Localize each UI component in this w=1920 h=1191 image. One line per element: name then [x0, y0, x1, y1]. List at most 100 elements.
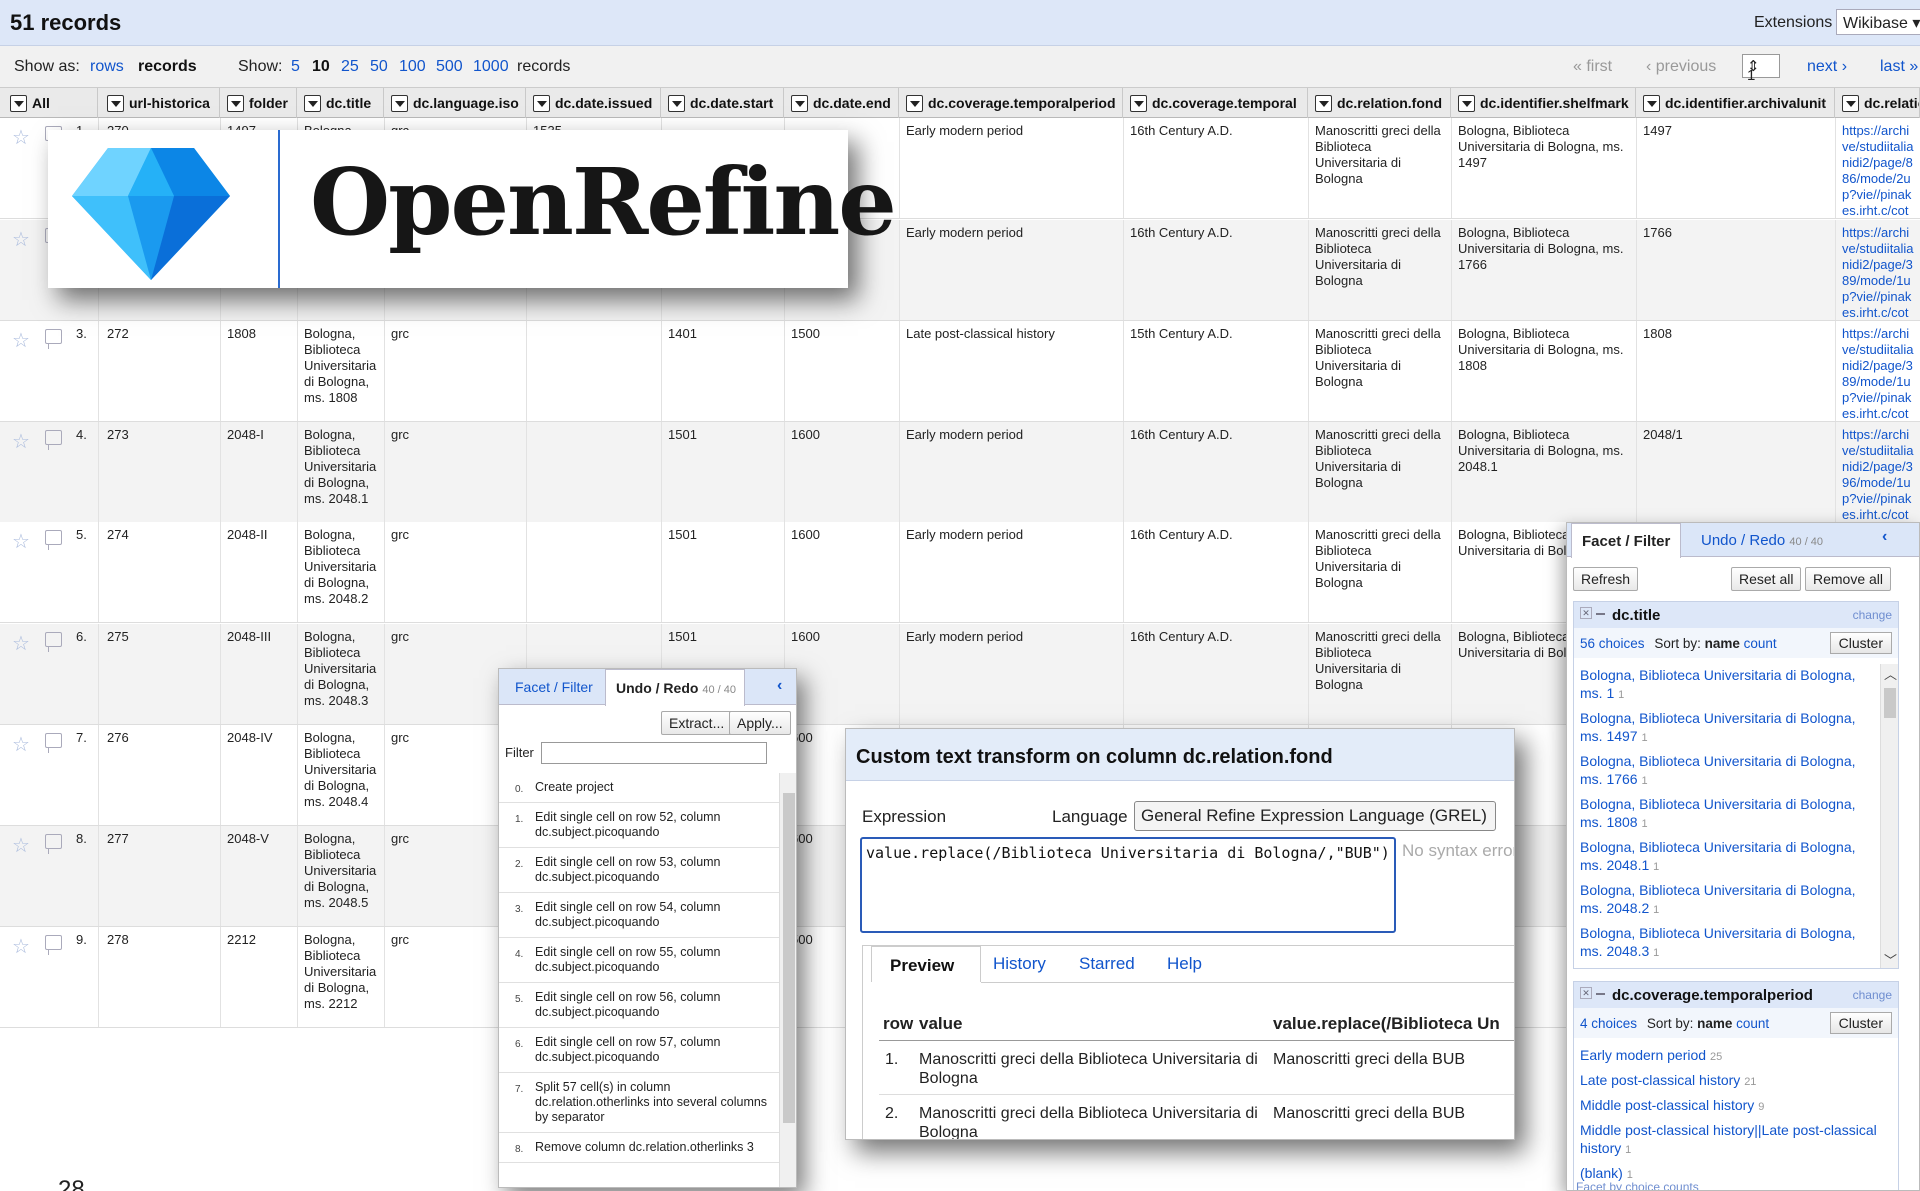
tab-help[interactable]: Help — [1167, 954, 1202, 974]
cell-fond[interactable]: Manoscritti greci della Biblioteca Unive… — [1309, 522, 1451, 622]
tab-facet-filter[interactable]: Facet / Filter — [1571, 523, 1681, 558]
tab-starred[interactable]: Starred — [1079, 954, 1135, 974]
reset-all-button[interactable]: Reset all — [1731, 567, 1802, 591]
flag-icon[interactable] — [45, 632, 62, 652]
cell-unit[interactable]: 1766 — [1637, 220, 1835, 320]
page-size-50[interactable]: 50 — [370, 58, 388, 76]
facet-choice[interactable]: Bologna, Biblioteca Universitaria — [1574, 967, 1874, 969]
column-header-dc-date-end[interactable]: dc.date.end — [785, 88, 899, 118]
cell-fond[interactable]: Manoscritti greci della Biblioteca Unive… — [1309, 624, 1451, 724]
facet-by-choice-counts-link[interactable]: Facet by choice counts — [1576, 1180, 1699, 1190]
cell-title[interactable]: Bologna, Biblioteca Universitaria di Bol… — [298, 725, 384, 825]
facet-choice[interactable]: Bologna, Biblioteca Universitaria di Bol… — [1574, 924, 1874, 962]
cell-url[interactable]: 277 — [101, 826, 220, 926]
remove-all-button[interactable]: Remove all — [1805, 567, 1892, 591]
facet-choice[interactable]: Bologna, Biblioteca Universitaria di Bol… — [1574, 838, 1874, 876]
dropdown-icon[interactable] — [1643, 95, 1660, 112]
column-header-dc-identifier-archivalunit[interactable]: dc.identifier.archivalunit — [1637, 88, 1835, 118]
cell-url[interactable]: 275 — [101, 624, 220, 724]
choices-count[interactable]: 56 choices — [1580, 636, 1645, 651]
flag-icon[interactable] — [45, 530, 62, 550]
cell-url[interactable]: 273 — [101, 422, 220, 522]
cell-temporal[interactable]: 16th Century A.D. — [1124, 522, 1308, 622]
refresh-button[interactable]: Refresh — [1573, 567, 1639, 591]
cell-unit[interactable]: 1497 — [1637, 118, 1835, 218]
dropdown-icon[interactable] — [906, 95, 923, 112]
dropdown-icon[interactable] — [533, 95, 550, 112]
history-filter-input[interactable] — [541, 742, 767, 764]
star-icon[interactable]: ☆ — [12, 125, 30, 150]
dropdown-icon[interactable] — [1458, 95, 1475, 112]
cell-unit[interactable]: 1808 — [1637, 321, 1835, 421]
cell-shelf[interactable]: Bologna, Biblioteca Universitaria di Bol… — [1452, 321, 1636, 421]
cell-issued[interactable] — [527, 522, 661, 622]
cell-folder[interactable]: 2048-IV — [221, 725, 297, 825]
cluster-button[interactable]: Cluster — [1829, 1012, 1892, 1034]
cell-shelf[interactable]: Bologna, Biblioteca Universitaria di Bol… — [1452, 118, 1636, 218]
cell-fond[interactable]: Manoscritti greci della Biblioteca Unive… — [1309, 220, 1451, 320]
cell-folder[interactable]: 2212 — [221, 927, 297, 1027]
star-icon[interactable]: ☆ — [12, 631, 30, 656]
cell-folder[interactable]: 2048-III — [221, 624, 297, 724]
cell-fond[interactable]: Manoscritti greci della Biblioteca Unive… — [1309, 321, 1451, 421]
dropdown-icon[interactable] — [1315, 95, 1332, 112]
cell-lang[interactable]: grc — [385, 522, 526, 622]
column-header-url-historica[interactable]: url-historica — [101, 88, 220, 118]
history-item[interactable]: 4. Edit single cell on row 55, column dc.… — [499, 938, 779, 983]
cell-rel[interactable]: https://archive/studiitalianidi2/page/88… — [1836, 118, 1920, 218]
page-number-input[interactable]: 1 ⇕ — [1742, 54, 1780, 84]
cell-period[interactable]: Early modern period — [900, 624, 1123, 724]
dropdown-icon[interactable] — [304, 95, 321, 112]
flag-icon[interactable] — [45, 935, 62, 955]
choices-count[interactable]: 4 choices — [1580, 1016, 1637, 1031]
cell-url[interactable]: 272 — [101, 321, 220, 421]
cell-title[interactable]: Bologna, Biblioteca Universitaria di Bol… — [298, 624, 384, 724]
history-item[interactable]: 8. Remove column dc.relation.otherlinks 3 — [499, 1133, 779, 1163]
cell-period[interactable]: Early modern period — [900, 220, 1123, 320]
cell-temporal[interactable]: 16th Century A.D. — [1124, 220, 1308, 320]
history-item[interactable]: 7. Split 57 cell(s) in column dc.relation… — [499, 1073, 779, 1133]
cell-end[interactable]: 1600 — [785, 522, 899, 622]
cell-url[interactable]: 278 — [101, 927, 220, 1027]
column-header-dc-relation[interactable]: dc.relatio — [1836, 88, 1920, 118]
facet-choice[interactable]: Bologna, Biblioteca Universitaria di Bol… — [1574, 666, 1874, 704]
page-size-1000[interactable]: 1000 — [473, 58, 509, 76]
apply-button[interactable]: Apply... — [729, 711, 791, 735]
column-header-all[interactable]: All — [0, 88, 98, 118]
facet-choice[interactable]: Bologna, Biblioteca Universitaria di Bol… — [1574, 795, 1874, 833]
star-icon[interactable]: ☆ — [12, 429, 30, 454]
star-icon[interactable]: ☆ — [12, 227, 30, 252]
cell-rel[interactable]: https://archive/studiitalianidi2/page/38… — [1836, 220, 1920, 320]
dropdown-icon[interactable] — [227, 95, 244, 112]
cell-title[interactable]: Bologna, Biblioteca Universitaria di Bol… — [298, 927, 384, 1027]
dropdown-icon[interactable] — [10, 95, 27, 112]
page-size-5[interactable]: 5 — [291, 58, 300, 76]
cell-fond[interactable]: Manoscritti greci della Biblioteca Unive… — [1309, 422, 1451, 522]
history-item[interactable]: 2. Edit single cell on row 53, column dc.… — [499, 848, 779, 893]
language-select[interactable]: General Refine Expression Language (GREL… — [1134, 801, 1496, 831]
column-header-folder[interactable]: folder — [221, 88, 297, 118]
cell-folder[interactable]: 2048-I — [221, 422, 297, 522]
facet-scrollbar[interactable]: ︿ ﹀ — [1880, 664, 1898, 968]
cell-rel[interactable]: https://archive/studiitalianidi2/page/39… — [1836, 422, 1920, 522]
tab-undo-redo[interactable]: Undo / Redo 40 / 40 — [1701, 532, 1823, 549]
page-size-100[interactable]: 100 — [399, 58, 426, 76]
flag-icon[interactable] — [45, 430, 62, 450]
page-size-500[interactable]: 500 — [436, 58, 463, 76]
cell-end[interactable]: 1500 — [785, 321, 899, 421]
page-size-25[interactable]: 25 — [341, 58, 359, 76]
column-header-dc-date-issued[interactable]: dc.date.issued — [527, 88, 661, 118]
show-as-rows-link[interactable]: rows — [90, 58, 124, 76]
column-header-dc-coverage-temporal[interactable]: dc.coverage.temporal — [1124, 88, 1308, 118]
cell-folder[interactable]: 2048-V — [221, 826, 297, 926]
cell-url[interactable]: 276 — [101, 725, 220, 825]
sort-by-count[interactable]: count — [1736, 1016, 1769, 1031]
change-link[interactable]: change — [1853, 608, 1892, 622]
cell-folder[interactable]: 2048-II — [221, 522, 297, 622]
cell-temporal[interactable]: 16th Century A.D. — [1124, 624, 1308, 724]
cell-period[interactable]: Early modern period — [900, 118, 1123, 218]
flag-icon[interactable] — [45, 329, 62, 349]
dropdown-icon[interactable] — [1842, 95, 1859, 112]
cell-temporal[interactable]: 15th Century A.D. — [1124, 321, 1308, 421]
expression-textarea[interactable]: value.replace(/Biblioteca Universitaria … — [860, 837, 1396, 933]
